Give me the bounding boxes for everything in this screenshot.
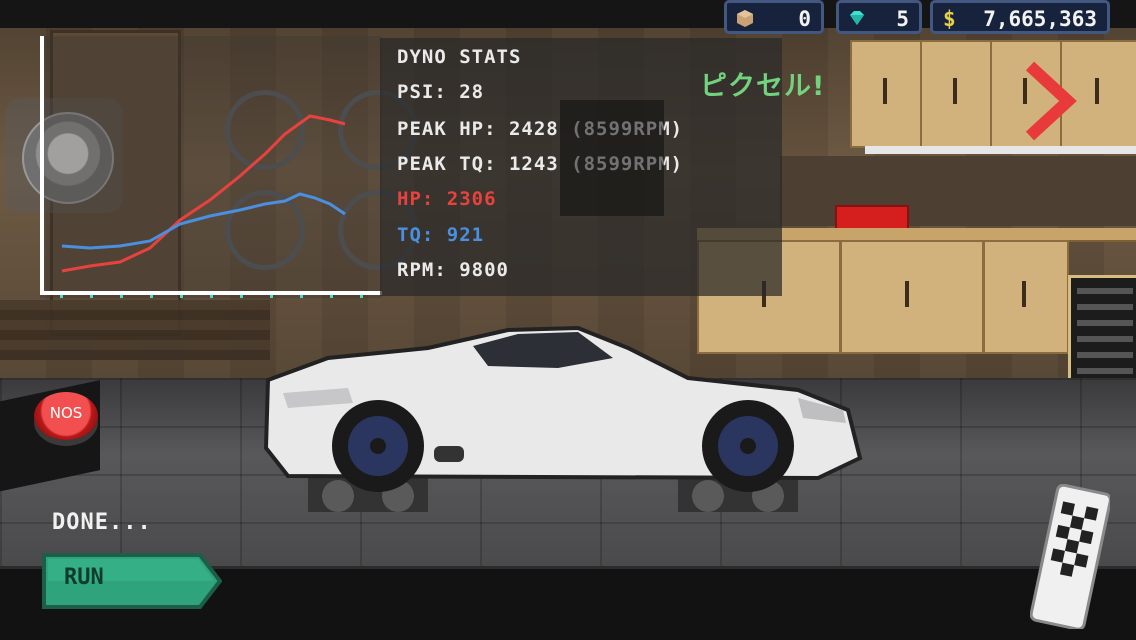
gem-icon: [850, 11, 864, 25]
car-badge: [434, 446, 464, 462]
gems-value: 5: [896, 7, 909, 31]
nos-label: NOS: [49, 404, 83, 422]
crate-icon: [737, 10, 753, 27]
pixel-watermark: ピクセル!: [700, 71, 826, 102]
dyno-chart: [40, 36, 382, 298]
cash-counter: $ 7,665,363: [930, 0, 1110, 34]
tq-stat: TQ: 921: [397, 224, 485, 246]
rpm-stat: RPM: 9800: [397, 259, 509, 281]
upper-cabinet: [920, 40, 992, 148]
wall-shelf: [865, 146, 1136, 154]
dollar-icon: $: [943, 7, 956, 31]
run-button[interactable]: RUN: [40, 551, 222, 611]
nos-button[interactable]: NOS: [34, 392, 98, 440]
tool-pegboard: [780, 156, 1136, 226]
checkered-flag-icon[interactable]: [1030, 484, 1110, 629]
gems-counter: 5: [836, 0, 922, 34]
lower-cabinet: [983, 240, 1069, 354]
crates-value: 0: [798, 7, 811, 31]
run-label: RUN: [64, 565, 104, 590]
chevron-right-icon[interactable]: [1020, 60, 1082, 142]
upper-cabinet: [850, 40, 922, 148]
status-text: DONE...: [52, 510, 152, 535]
wall-monitor: [560, 100, 664, 216]
stairs: [0, 300, 270, 360]
car-on-dyno: [263, 325, 863, 512]
psi-stat: PSI: 28: [397, 81, 485, 103]
hp-stat: HP: 2306: [397, 188, 497, 210]
dyno-title: DYNO STATS: [397, 46, 522, 68]
crates-counter: 0: [724, 0, 824, 34]
garage-screen: DYNO STATS PSI: 28 PEAK HP: 2428 (8599RP…: [0, 0, 1136, 640]
cash-value: 7,665,363: [983, 7, 1097, 31]
